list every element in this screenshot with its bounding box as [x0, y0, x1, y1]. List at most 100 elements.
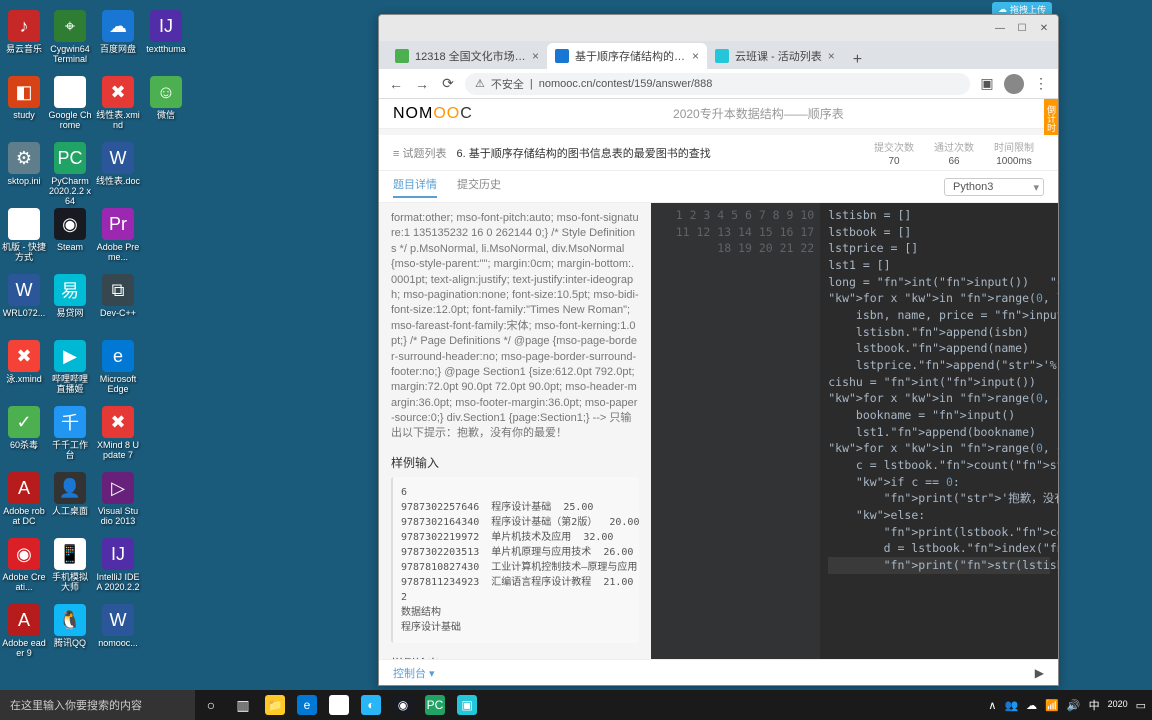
tray-volume-icon[interactable]: 🔊 — [1067, 699, 1081, 712]
app-icon: ⚙ — [8, 142, 40, 174]
desktop-icon[interactable]: ▷Visual Studio 2013 — [96, 472, 140, 527]
desktop-icon[interactable]: ◉Adobe Creati... — [2, 538, 46, 593]
question-list-button[interactable]: ≡ 试题列表 — [393, 145, 446, 161]
desktop-icon[interactable]: ✓60杀毒 — [2, 406, 46, 451]
taskview-button[interactable]: ▥ — [227, 690, 259, 720]
desktop-icon[interactable]: IJtextthuma — [144, 10, 188, 55]
desktop-icon[interactable]: ♪易云音乐 — [2, 10, 46, 55]
countdown-badge[interactable]: 倒计时 — [1044, 99, 1058, 135]
browser-tab[interactable]: 12318 全国文化市场举报平台 × — [387, 43, 547, 69]
pycharm-icon[interactable]: PC — [419, 690, 451, 720]
search-input[interactable]: 在这里输入你要搜索的内容 — [0, 690, 195, 720]
url-input[interactable]: ⚠ 不安全 | nomooc.cn/contest/159/answer/888 — [465, 73, 970, 95]
app-icon: e — [102, 340, 134, 372]
desktop-icon[interactable]: AAdobe eader 9 — [2, 604, 46, 659]
desktop-icon[interactable]: ✖泳.xmind — [2, 340, 46, 385]
page-content: NOMOOC 2020专升本数据结构——顺序表 倒计时 ≡ 试题列表 6. 基于… — [379, 99, 1058, 685]
close-button[interactable]: ✕ — [1038, 22, 1050, 34]
desktop-icon[interactable]: ◧study — [2, 76, 46, 121]
run-button[interactable]: ▶ — [1035, 666, 1044, 680]
minimize-button[interactable]: — — [994, 22, 1006, 34]
desktop-icon[interactable]: ◐机版 - 快捷方式 — [2, 208, 46, 263]
console-toggle[interactable]: 控制台 ▾ — [393, 665, 435, 681]
icon-label: 易云音乐 — [2, 45, 46, 55]
desktop-icon[interactable]: WWRL072... — [2, 274, 46, 319]
icon-label: study — [2, 111, 46, 121]
desktop-icon[interactable]: ⧉Dev-C++ — [96, 274, 140, 319]
question-title: 6. 基于顺序存储结构的图书信息表的最爱图书的查找 — [456, 145, 710, 161]
app-icon: ✖ — [8, 340, 40, 372]
browser-tab[interactable]: 基于顺序存储结构的图书信息表...× — [547, 43, 707, 69]
tab-label: 12318 全国文化市场举报平台 — [415, 48, 526, 64]
desktop-icon[interactable]: ✖XMind 8 Update 7 — [96, 406, 140, 461]
notifications-icon[interactable]: ▭ — [1136, 699, 1146, 712]
language-select[interactable]: Python3 — [944, 178, 1044, 196]
desktop-icon[interactable]: ☺微信 — [144, 76, 188, 121]
url-text: nomooc.cn/contest/159/answer/888 — [539, 78, 713, 90]
icon-label: 易贷网 — [48, 309, 92, 319]
app-icon: ◉ — [54, 208, 86, 240]
desktop-icon[interactable]: ◉Steam — [48, 208, 92, 253]
icon-label: Microsoft Edge — [96, 375, 140, 395]
reload-button[interactable]: ⟳ — [439, 75, 457, 93]
desktop-icon[interactable]: 易易贷网 — [48, 274, 92, 319]
desktop-icon[interactable]: 📱手机模拟大师 — [48, 538, 92, 593]
sample-input: 6 9787302257646 程序设计基础 25.00 97873021643… — [391, 477, 639, 643]
desktop-icon[interactable]: 🐧腾讯QQ — [48, 604, 92, 649]
desktop-icon[interactable]: Wnomooc... — [96, 604, 140, 649]
subtab[interactable]: 题目详情 — [393, 176, 437, 198]
desktop-icon[interactable]: 👤人工桌面 — [48, 472, 92, 517]
desktop-icon[interactable]: IJIntelliJ IDEA 2020.2.2 — [96, 538, 140, 593]
desktop-icon[interactable]: ✖线性表.xmind — [96, 76, 140, 131]
icon-label: Visual Studio 2013 — [96, 507, 140, 527]
tab-close-icon[interactable]: × — [532, 49, 539, 63]
maximize-button[interactable]: ☐ — [1016, 22, 1028, 34]
browser2-icon[interactable]: ◐ — [355, 690, 387, 720]
back-button[interactable]: ← — [387, 75, 405, 93]
new-tab-button[interactable]: + — [843, 51, 872, 69]
menu-button[interactable]: ⋮ — [1032, 75, 1050, 93]
icon-label: WRL072... — [2, 309, 46, 319]
app-icon: ◉ — [54, 76, 86, 108]
tab-label: 云班课 - 活动列表 — [735, 48, 822, 64]
subtab[interactable]: 提交历史 — [457, 176, 501, 198]
steam-icon[interactable]: ◉ — [387, 690, 419, 720]
desktop-icon[interactable]: W线性表.doc — [96, 142, 140, 187]
desktop-icon[interactable]: ⌖Cygwin64 Terminal — [48, 10, 92, 65]
edge-icon[interactable]: e — [291, 690, 323, 720]
explorer-icon[interactable]: 📁 — [259, 690, 291, 720]
desktop-icon[interactable]: AAdobe robat DC — [2, 472, 46, 527]
desktop-icon[interactable]: ▶哔哩哔哩直播姬 — [48, 340, 92, 395]
desktop-icon[interactable]: ☁百度网盘 — [96, 10, 140, 55]
logo[interactable]: NOMOOC — [393, 105, 473, 123]
line-gutter: 1 2 3 4 5 6 7 8 9 10 11 12 13 14 15 16 1… — [651, 203, 820, 659]
app-icon: 易 — [54, 274, 86, 306]
tray-chevron-icon[interactable]: ∧ — [988, 699, 996, 712]
problem-description: format:other; mso-font-pitch:auto; mso-f… — [391, 211, 639, 442]
cortana-button[interactable]: ○ — [195, 690, 227, 720]
chrome-icon[interactable]: ◉ — [323, 690, 355, 720]
browser-tab[interactable]: 云班课 - 活动列表 × — [707, 43, 843, 69]
extension-button[interactable]: ▣ — [978, 75, 996, 93]
desktop-icon[interactable]: e Microsoft Edge — [96, 340, 140, 395]
desktop-icon[interactable]: PrAdobe Preme... — [96, 208, 140, 263]
tab-close-icon[interactable]: × — [692, 49, 699, 63]
tray-wifi-icon[interactable]: 📶 — [1045, 699, 1059, 712]
clock[interactable]: 2020 — [1108, 700, 1128, 710]
code-editor[interactable]: 1 2 3 4 5 6 7 8 9 10 11 12 13 14 15 16 1… — [651, 203, 1058, 659]
desktop-icon[interactable]: ◉Google Chrome — [48, 76, 92, 131]
tray-ime-icon[interactable]: 中 — [1089, 697, 1100, 713]
app-icon[interactable]: ▣ — [451, 690, 483, 720]
tray-cloud-icon[interactable]: ☁ — [1026, 699, 1037, 712]
forward-button[interactable]: → — [413, 75, 431, 93]
icon-label: 千千工作台 — [48, 441, 92, 461]
tray-people-icon[interactable]: 👥 — [1004, 699, 1018, 712]
profile-button[interactable] — [1004, 74, 1024, 94]
system-tray[interactable]: ∧ 👥 ☁ 📶 🔊 中 2020 ▭ — [988, 697, 1152, 713]
tab-close-icon[interactable]: × — [828, 49, 835, 63]
desktop-icon[interactable]: PCPyCharm 2020.2.2 x64 — [48, 142, 92, 207]
code-area[interactable]: lstisbn = []lstbook = []lstprice = []lst… — [820, 203, 1058, 659]
desktop-icon[interactable]: ⚙sktop.ini — [2, 142, 46, 187]
app-icon: W — [102, 142, 134, 174]
desktop-icon[interactable]: 千千千工作台 — [48, 406, 92, 461]
